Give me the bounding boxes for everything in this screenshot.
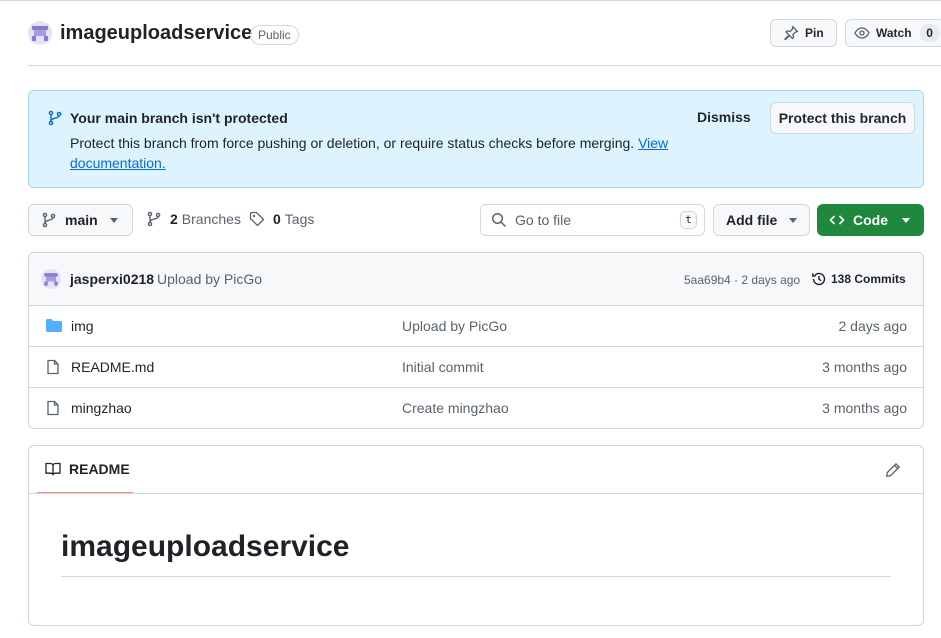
go-to-file-placeholder: Go to file bbox=[515, 212, 572, 228]
commit-message[interactable]: Upload by PicGo bbox=[157, 271, 262, 287]
readme-heading: imageuploadservice bbox=[61, 530, 891, 577]
branch-icon bbox=[147, 211, 161, 227]
tags-link[interactable]: 0 Tags bbox=[249, 211, 314, 227]
pin-icon bbox=[784, 25, 799, 41]
code-button[interactable]: Code bbox=[817, 204, 924, 236]
visibility-badge: Public bbox=[250, 25, 299, 45]
banner-text: Protect this branch from force pushing o… bbox=[70, 133, 690, 173]
pin-button[interactable]: Pin bbox=[770, 19, 837, 47]
protect-branch-button[interactable]: Protect this branch bbox=[770, 102, 915, 134]
chevron-down-icon bbox=[902, 217, 910, 223]
dismiss-button[interactable]: Dismiss bbox=[697, 109, 751, 125]
readme-divider bbox=[29, 493, 923, 494]
top-border bbox=[0, 0, 941, 4]
branches-count: 2 bbox=[170, 211, 178, 227]
commit-sha-time[interactable]: 5aa69b4 · 2 days ago bbox=[684, 273, 800, 287]
file-name[interactable]: mingzhao bbox=[71, 400, 132, 416]
file-row[interactable]: img Upload by PicGo 2 days ago bbox=[29, 306, 923, 347]
branch-selector[interactable]: main bbox=[28, 204, 133, 236]
go-to-file-input[interactable]: Go to file t bbox=[480, 204, 705, 236]
file-date: 3 months ago bbox=[822, 400, 907, 416]
branches-link[interactable]: 2 Branches bbox=[146, 211, 241, 227]
tag-icon bbox=[249, 211, 265, 227]
file-row[interactable]: README.md Initial commit 3 months ago bbox=[29, 347, 923, 388]
file-date: 3 months ago bbox=[822, 359, 907, 375]
readme-panel: README imageuploadservice bbox=[28, 445, 924, 626]
banner-title: Your main branch isn't protected bbox=[70, 110, 288, 126]
add-file-label: Add file bbox=[726, 212, 778, 228]
code-icon bbox=[829, 215, 845, 225]
banner-description: Protect this branch from force pushing o… bbox=[70, 135, 635, 151]
file-date: 2 days ago bbox=[838, 318, 908, 334]
file-icon bbox=[47, 359, 59, 375]
file-table: jasperxi0218 Upload by PicGo 5aa69b4 · 2… bbox=[28, 252, 924, 429]
branches-label: Branches bbox=[181, 211, 241, 227]
add-file-button[interactable]: Add file bbox=[713, 204, 810, 236]
folder-icon bbox=[46, 319, 62, 332]
repo-header: imageuploadservice Public Pin Watch 0 bbox=[28, 18, 941, 66]
history-icon bbox=[812, 272, 826, 286]
file-name[interactable]: img bbox=[71, 318, 94, 334]
watch-label: Watch bbox=[876, 26, 912, 40]
branch-protection-banner: Your main branch isn't protected Protect… bbox=[28, 90, 924, 188]
tags-count: 0 bbox=[273, 211, 281, 227]
commit-author-avatar[interactable] bbox=[41, 269, 61, 289]
tab-readme[interactable]: README bbox=[37, 446, 133, 494]
branch-icon bbox=[42, 212, 56, 228]
file-commit-message[interactable]: Create mingzhao bbox=[402, 400, 509, 416]
file-name[interactable]: README.md bbox=[71, 359, 154, 375]
readme-tab-label: README bbox=[69, 461, 130, 477]
shortcut-key: t bbox=[680, 211, 697, 229]
eye-icon bbox=[854, 27, 870, 39]
owner-avatar[interactable] bbox=[28, 21, 52, 45]
file-icon bbox=[47, 400, 59, 416]
commits-label: 138 Commits bbox=[831, 272, 906, 286]
file-commit-message[interactable]: Upload by PicGo bbox=[402, 318, 507, 334]
search-icon bbox=[491, 212, 507, 228]
watch-button[interactable]: Watch 0 bbox=[845, 19, 941, 47]
repo-name[interactable]: imageuploadservice bbox=[60, 22, 252, 45]
commit-author[interactable]: jasperxi0218 bbox=[70, 271, 154, 287]
book-icon bbox=[45, 462, 61, 476]
chevron-down-icon bbox=[789, 217, 798, 223]
latest-commit-row: jasperxi0218 Upload by PicGo 5aa69b4 · 2… bbox=[29, 253, 923, 306]
chevron-down-icon bbox=[109, 217, 118, 223]
tags-label: Tags bbox=[284, 211, 315, 227]
branch-name: main bbox=[65, 212, 98, 228]
file-row[interactable]: mingzhao Create mingzhao 3 months ago bbox=[29, 388, 923, 428]
code-label: Code bbox=[853, 212, 888, 228]
pin-label: Pin bbox=[805, 26, 824, 40]
pencil-icon[interactable] bbox=[885, 462, 901, 478]
watch-count: 0 bbox=[919, 24, 940, 42]
branch-icon bbox=[48, 110, 62, 126]
file-commit-message[interactable]: Initial commit bbox=[402, 359, 484, 375]
commits-link[interactable]: 138 Commits bbox=[811, 271, 906, 287]
